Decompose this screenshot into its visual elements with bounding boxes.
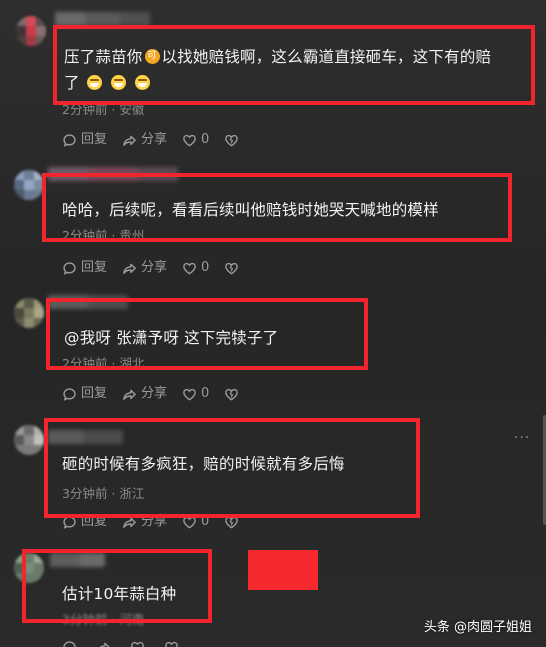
like-count: 0 [201, 132, 210, 147]
broken-heart-icon [225, 516, 239, 528]
broken-heart-icon [225, 134, 239, 146]
comment-actions: 回复 分享 0 [62, 260, 258, 276]
comment-actions: 回复 分享 0 [62, 514, 258, 530]
like-button[interactable]: 0 [182, 132, 209, 148]
emoji-laugh-icon [110, 75, 126, 90]
dislike-button[interactable] [164, 640, 183, 647]
dislike-button[interactable] [224, 387, 243, 402]
like-button[interactable]: 0 [182, 514, 209, 530]
share-arrow-icon [123, 135, 136, 146]
like-button[interactable]: 0 [182, 260, 209, 276]
username-blurred[interactable] [48, 295, 128, 309]
reply-button[interactable]: 回复 [62, 386, 107, 402]
user-avatar[interactable] [14, 425, 44, 455]
dislike-button[interactable] [224, 261, 243, 276]
share-arrow-icon [123, 517, 136, 528]
share-button[interactable]: 分享 [122, 514, 167, 530]
broken-heart-icon [225, 388, 239, 400]
more-options-button[interactable]: ··· [514, 430, 530, 446]
comment-actions [62, 640, 198, 647]
comment-meta: 2分钟前 · 贵州 [62, 228, 145, 243]
redaction-block [248, 550, 318, 590]
heart-icon [131, 641, 144, 647]
reply-button[interactable] [62, 640, 81, 647]
comment-text: 估计10年蒜白种 [62, 585, 177, 603]
comment-text: 哈哈，后续呢，看看后续叫他赔钱时她哭天喊地的模样 [62, 201, 439, 219]
like-button[interactable]: 0 [182, 386, 209, 402]
share-button[interactable]: 分享 [122, 386, 167, 402]
username-blurred[interactable] [48, 167, 178, 181]
comment-actions: 回复 分享 0 [62, 132, 258, 148]
comment-bubble-icon [63, 261, 76, 275]
user-avatar[interactable] [14, 553, 44, 583]
share-arrow-icon [123, 389, 136, 400]
share-button[interactable]: 分享 [122, 260, 167, 276]
user-avatar[interactable] [14, 170, 44, 200]
comment-text-part1: 压了蒜苗你 [64, 48, 143, 66]
heart-icon [183, 134, 196, 146]
reply-button[interactable]: 回复 [62, 260, 107, 276]
heart-icon [183, 388, 196, 400]
reply-label: 回复 [81, 260, 108, 275]
reply-label: 回复 [81, 386, 108, 401]
like-button[interactable] [130, 640, 149, 647]
watermark: 头条 @肉圆子姐姐 [423, 620, 532, 635]
user-avatar[interactable] [14, 298, 44, 328]
heart-icon [183, 262, 196, 274]
emoji-ke-icon [144, 49, 160, 64]
share-button[interactable]: 分享 [122, 132, 167, 148]
emoji-laugh-icon [135, 75, 151, 90]
comment-meta: 2分钟前 · 安徽 [62, 102, 145, 117]
reply-button[interactable]: 回复 [62, 514, 107, 530]
share-button[interactable] [96, 640, 115, 647]
share-label: 分享 [141, 386, 168, 401]
share-arrow-icon [99, 642, 110, 647]
dislike-button[interactable] [224, 515, 243, 530]
broken-heart-icon [225, 262, 239, 274]
reply-label: 回复 [81, 132, 108, 147]
comment-meta: 3分钟前 · 浙江 [62, 486, 145, 501]
comment-bubble-icon [63, 641, 76, 647]
comment-text: 砸的时候有多疯狂，赔的时候就有多后悔 [62, 455, 345, 473]
share-label: 分享 [141, 260, 168, 275]
comment-meta: 2分钟前 · 湖北 [62, 356, 145, 371]
like-count: 0 [201, 514, 210, 529]
share-arrow-icon [123, 263, 136, 274]
comment-actions: 回复 分享 0 [62, 386, 258, 402]
comment-bubble-icon [63, 133, 76, 147]
username-blurred[interactable] [50, 553, 105, 567]
share-label: 分享 [141, 514, 168, 529]
reply-button[interactable]: 回复 [62, 132, 107, 148]
comment-text: @我呀 张潇予呀 这下完犊子了 [64, 329, 279, 347]
comment-text-part3: 了 [64, 74, 80, 92]
broken-heart-icon [165, 641, 178, 647]
comment-bubble-icon [63, 387, 76, 401]
comment-feed: 压了蒜苗你以找她赔钱啊，这么霸道直接砸车，这下有的赔 了 2分钟前 · 安徽 回… [0, 0, 546, 647]
comment-bubble-icon [63, 515, 76, 529]
like-count: 0 [201, 260, 210, 275]
username-blurred[interactable] [55, 12, 150, 26]
comment-text-part2: 以找她赔钱啊，这么霸道直接砸车，这下有的赔 [161, 48, 492, 66]
reply-label: 回复 [81, 514, 108, 529]
heart-icon [183, 516, 196, 528]
username-blurred[interactable] [48, 430, 123, 444]
like-count: 0 [201, 386, 210, 401]
share-label: 分享 [141, 132, 168, 147]
comment-text: 压了蒜苗你以找她赔钱啊，这么霸道直接砸车，这下有的赔 了 [64, 44, 491, 96]
user-avatar[interactable] [16, 16, 46, 46]
emoji-laugh-icon [86, 75, 102, 90]
comment-meta: 3分钟前 · 河南 [62, 612, 145, 627]
dislike-button[interactable] [224, 133, 243, 148]
